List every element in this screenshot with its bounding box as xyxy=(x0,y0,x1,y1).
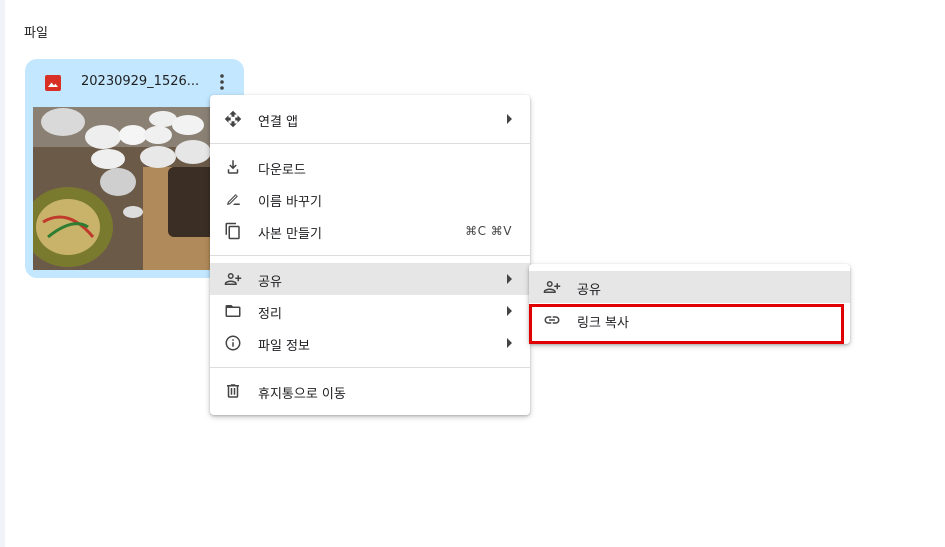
menu-divider xyxy=(210,367,530,368)
section-title: 파일 xyxy=(24,26,48,41)
menu-item-move-to-trash[interactable]: 휴지통으로 이동 xyxy=(210,375,530,407)
menu-item-label: 공유 xyxy=(258,275,282,290)
copy-icon xyxy=(225,222,240,240)
folder-icon xyxy=(225,305,241,317)
submenu-arrow-icon xyxy=(507,338,512,348)
more-actions-button[interactable] xyxy=(210,70,234,94)
menu-item-organize[interactable]: 정리 xyxy=(210,295,530,327)
highlight-annotation-box xyxy=(529,304,844,344)
submenu-arrow-icon xyxy=(507,114,512,124)
submenu-arrow-icon xyxy=(507,306,512,316)
menu-item-label: 이름 바꾸기 xyxy=(258,195,322,210)
menu-item-file-info[interactable]: 파일 정보 xyxy=(210,327,530,359)
image-file-icon xyxy=(45,75,61,91)
file-thumbnail xyxy=(33,107,236,270)
menu-item-share[interactable]: 공유 xyxy=(210,263,530,295)
info-icon xyxy=(225,335,241,351)
left-edge-strip xyxy=(0,0,5,547)
menu-item-label: 정리 xyxy=(258,307,282,322)
submenu-arrow-icon xyxy=(507,274,512,284)
menu-item-make-copy[interactable]: 사본 만들기 ⌘C ⌘V xyxy=(210,215,530,247)
menu-item-rename[interactable]: 이름 바꾸기 xyxy=(210,183,530,215)
menu-item-label: 사본 만들기 xyxy=(258,227,322,242)
submenu-item-share[interactable]: 공유 xyxy=(529,271,850,303)
person-add-icon xyxy=(224,273,242,285)
menu-item-label: 파일 정보 xyxy=(258,339,310,354)
more-vert-icon xyxy=(220,74,224,90)
open-with-icon xyxy=(224,110,242,128)
rename-icon xyxy=(227,194,240,205)
menu-item-label: 다운로드 xyxy=(258,163,306,178)
download-icon xyxy=(227,160,239,174)
menu-item-label: 연결 앱 xyxy=(258,115,299,130)
file-name: 20230929_1526... xyxy=(81,74,200,89)
menu-divider xyxy=(210,255,530,256)
menu-item-download[interactable]: 다운로드 xyxy=(210,151,530,183)
trash-icon xyxy=(227,384,239,398)
menu-divider xyxy=(210,143,530,144)
person-add-icon xyxy=(543,281,561,293)
menu-item-open-with[interactable]: 연결 앱 xyxy=(210,103,530,135)
context-menu: 연결 앱 다운로드 이름 바꾸기 사본 만들기 ⌘C ⌘V 공유 정리 파일 정… xyxy=(210,95,530,415)
menu-item-label: 휴지통으로 이동 xyxy=(258,387,346,402)
submenu-item-label: 공유 xyxy=(577,283,601,298)
keyboard-shortcut: ⌘C ⌘V xyxy=(465,224,512,238)
